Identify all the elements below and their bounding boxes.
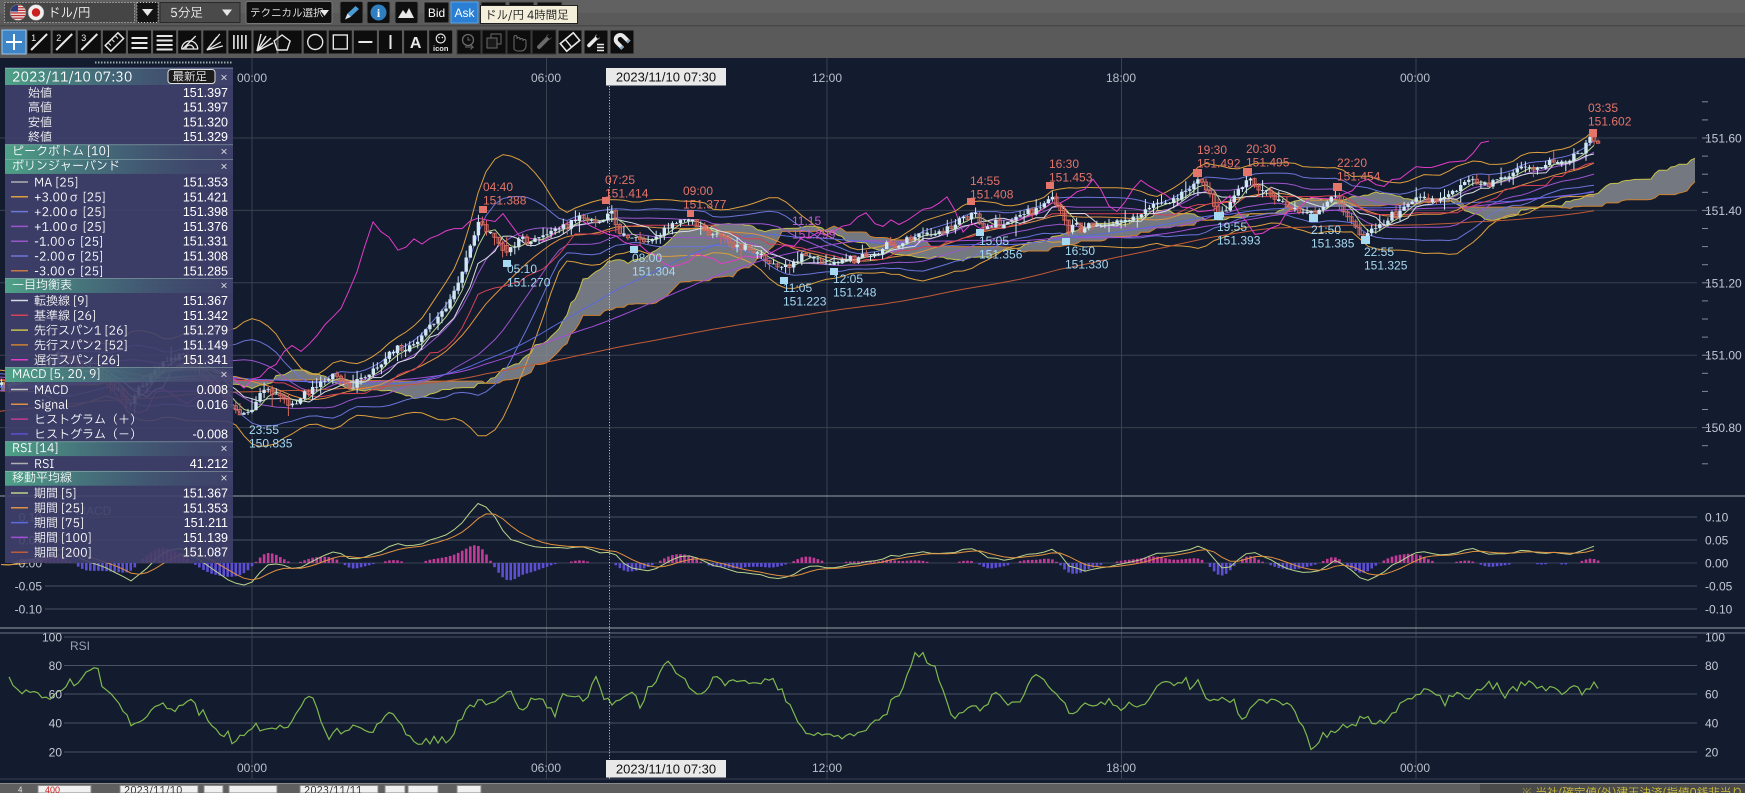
svg-text:151.149: 151.149	[183, 338, 228, 352]
svg-text:3: 3	[81, 33, 86, 43]
svg-text:×: ×	[220, 145, 227, 159]
svg-text:151.139: 151.139	[183, 531, 228, 545]
svg-text:151.367: 151.367	[183, 487, 228, 501]
svg-text:×: ×	[220, 442, 227, 456]
svg-text:A: A	[410, 35, 422, 52]
svg-text:151.397: 151.397	[183, 86, 228, 100]
svg-text:151.329: 151.329	[183, 130, 228, 144]
svg-text:151.308: 151.308	[183, 250, 228, 264]
svg-text:-0.008: -0.008	[193, 427, 228, 441]
svg-text:41.212: 41.212	[190, 457, 228, 471]
svg-text:400: 400	[45, 785, 60, 793]
svg-text:151.211: 151.211	[184, 516, 228, 530]
svg-text:icon: icon	[433, 44, 449, 53]
svg-text:×: ×	[220, 368, 227, 382]
svg-text:151.353: 151.353	[183, 501, 228, 515]
svg-text:Bid: Bid	[428, 6, 445, 20]
svg-text:151.367: 151.367	[183, 294, 228, 308]
svg-text:×: ×	[220, 71, 227, 85]
svg-text:4: 4	[18, 786, 23, 793]
svg-text:1: 1	[31, 33, 36, 43]
svg-text:151.376: 151.376	[183, 220, 228, 234]
svg-text:151.353: 151.353	[183, 176, 228, 190]
svg-text:151.342: 151.342	[183, 309, 228, 323]
svg-text:151.331: 151.331	[183, 235, 228, 249]
svg-text:151.341: 151.341	[183, 353, 228, 367]
svg-text:Ask: Ask	[454, 6, 475, 20]
svg-text:151.398: 151.398	[183, 205, 228, 219]
svg-text:2: 2	[56, 33, 61, 43]
svg-text:0.008: 0.008	[197, 383, 228, 397]
svg-text:×: ×	[220, 279, 227, 293]
svg-text:×: ×	[220, 471, 227, 485]
svg-text:151.397: 151.397	[183, 101, 228, 115]
svg-text:0.016: 0.016	[197, 398, 228, 412]
svg-text:151.320: 151.320	[183, 116, 228, 130]
svg-text:×: ×	[220, 159, 227, 173]
svg-text:151.087: 151.087	[183, 546, 228, 560]
svg-text:151.421: 151.421	[183, 190, 228, 204]
svg-text:151.285: 151.285	[183, 264, 228, 278]
svg-text:151.279: 151.279	[183, 324, 228, 338]
